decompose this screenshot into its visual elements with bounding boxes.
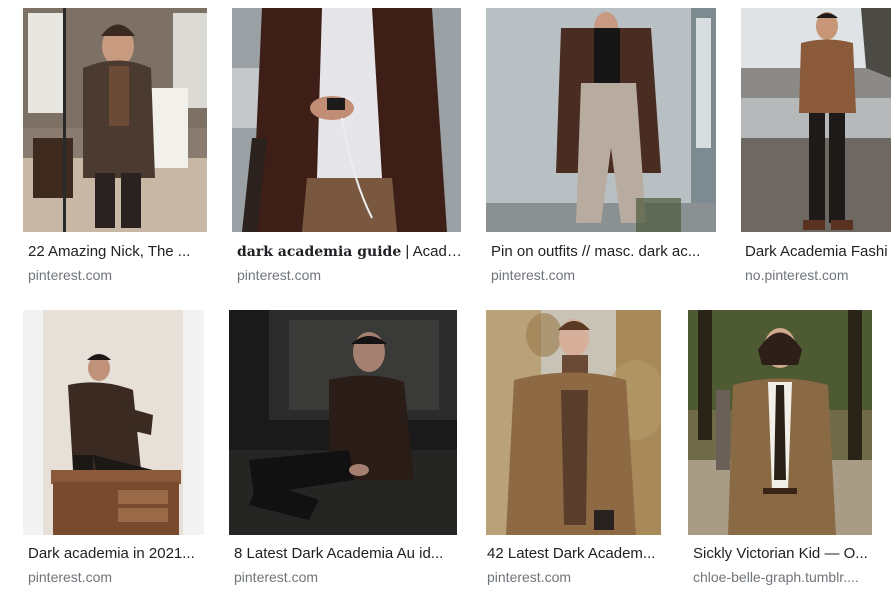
photo-desk-sitting: [23, 310, 204, 535]
result-thumbnail[interactable]: [232, 8, 461, 232]
result-source[interactable]: pinterest.com: [28, 568, 206, 586]
result-title-rest: | Acade...: [401, 243, 465, 260]
result-tile-5[interactable]: Dark academia in 2021... pinterest.com: [0, 300, 215, 599]
result-title[interactable]: 42 Latest Dark Academ...: [487, 545, 662, 563]
result-source[interactable]: pinterest.com: [28, 266, 208, 284]
photo-park-tie: [688, 310, 872, 535]
result-thumbnail[interactable]: [23, 8, 207, 232]
result-title[interactable]: 8 Latest Dark Academia Au id...: [234, 545, 462, 563]
result-source[interactable]: pinterest.com: [237, 266, 465, 284]
result-title[interactable]: Dark Academia Fashi: [745, 243, 891, 261]
photo-dark-sitting: [229, 310, 457, 535]
result-tile-1[interactable]: 22 Amazing Nick, The ... pinterest.com: [0, 0, 215, 300]
photo-mirror-selfie: [23, 8, 207, 232]
result-thumbnail[interactable]: [486, 8, 716, 232]
result-thumbnail[interactable]: [23, 310, 204, 535]
result-tile-7[interactable]: 42 Latest Dark Academ... pinterest.com: [480, 300, 675, 599]
result-title-bold: dark academia guide: [237, 244, 402, 260]
result-tile-4[interactable]: Dark Academia Fashi no.pinterest.com: [735, 0, 891, 300]
result-tile-3[interactable]: Pin on outfits // masc. dark ac... pinte…: [480, 0, 725, 300]
result-source[interactable]: pinterest.com: [491, 266, 719, 284]
result-tile-2[interactable]: dark academia guide | Acade... pinterest…: [225, 0, 470, 300]
result-title[interactable]: Dark academia in 2021...: [28, 545, 206, 563]
result-source[interactable]: pinterest.com: [487, 568, 662, 586]
result-title[interactable]: Pin on outfits // masc. dark ac...: [491, 243, 719, 261]
result-tile-8[interactable]: Sickly Victorian Kid — O... chloe-belle-…: [683, 300, 891, 599]
result-source[interactable]: chloe-belle-graph.tumblr....: [693, 568, 879, 586]
result-title[interactable]: dark academia guide | Acade...: [237, 243, 465, 261]
result-thumbnail[interactable]: [688, 310, 872, 535]
photo-coat-closeup: [232, 8, 461, 232]
result-thumbnail[interactable]: [486, 310, 661, 535]
result-title[interactable]: 22 Amazing Nick, The ...: [28, 243, 208, 261]
result-source[interactable]: no.pinterest.com: [745, 266, 891, 284]
result-title[interactable]: Sickly Victorian Kid — O...: [693, 545, 879, 563]
result-source[interactable]: pinterest.com: [234, 568, 462, 586]
photo-wall-lean: [486, 8, 716, 232]
result-thumbnail[interactable]: [741, 8, 891, 232]
photo-camel-coat: [486, 310, 661, 535]
result-tile-6[interactable]: 8 Latest Dark Academia Au id... pinteres…: [222, 300, 467, 599]
photo-street-sweater: [741, 8, 891, 232]
result-thumbnail[interactable]: [229, 310, 457, 535]
